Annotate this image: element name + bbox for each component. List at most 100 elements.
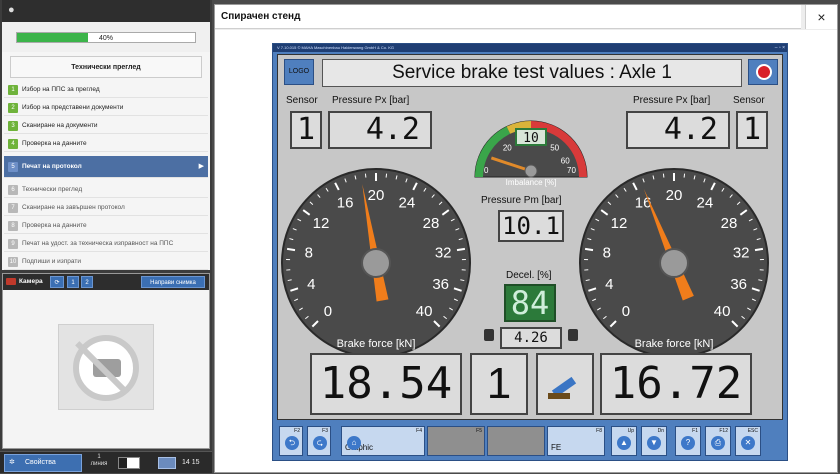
decel-display: 84 — [504, 284, 556, 322]
imbalance-tick-label: 20 — [503, 143, 512, 152]
gauge-left-tick-label: 12 — [313, 215, 330, 232]
fkey-icon: ⌂ — [347, 436, 361, 450]
gauge-left-tick-label: 8 — [305, 244, 313, 261]
step-label: Печат на протокол — [22, 156, 82, 178]
gauge-right-tick-label: 40 — [714, 303, 731, 320]
fkey-f12-button[interactable]: F12⎙ — [705, 426, 731, 456]
decel-label: Decel. [%] — [506, 270, 552, 281]
step-number: 5 — [8, 162, 18, 172]
gauge-right-tick-label: 12 — [611, 215, 628, 232]
fkey-f3-button[interactable]: F3⮎ — [307, 426, 331, 456]
camera-1-button[interactable]: 1 — [67, 276, 79, 288]
fkey-f1-button[interactable]: F1? — [675, 426, 701, 456]
line-label: линия — [88, 461, 110, 468]
step-item-10[interactable]: 10Подпиши и изпрати — [4, 254, 208, 270]
fkey-blank-button[interactable] — [487, 426, 545, 456]
steps-list: Технически преглед 1Избор на ППС за прег… — [2, 52, 210, 270]
step-item-8[interactable]: 8 Проверка на данните — [4, 218, 208, 234]
network-icon[interactable] — [158, 457, 176, 469]
section-title[interactable]: Технически преглед — [10, 56, 202, 78]
fkey-key-label: F1 — [692, 428, 698, 434]
properties-label: Свойства — [25, 455, 56, 471]
fkey-key-label: Dn — [658, 428, 664, 434]
logo-button[interactable]: LOGO — [284, 59, 314, 85]
left-panel: ● 40% Технически преглед 1Избор на ППС з… — [0, 0, 212, 473]
step-label: Проверка на данните — [22, 218, 87, 234]
step-item-1[interactable]: 1Избор на ППС за преглед — [4, 82, 208, 98]
pressure-px-label-right: Pressure Px [bar] — [633, 95, 710, 106]
fkey-f5-button[interactable]: F5 — [427, 426, 485, 456]
step-number: 1 — [8, 85, 18, 95]
step-number: 9 — [8, 239, 18, 249]
chevron-right-icon: ▶ — [199, 156, 204, 178]
camera-2-button[interactable]: 2 — [81, 276, 93, 288]
user-icon[interactable]: ● — [8, 4, 15, 16]
test-title: Service brake test values : Axle 1 — [322, 59, 742, 87]
left-header: ● — [2, 0, 210, 22]
status-indicator — [118, 457, 140, 469]
step-label: Подпиши и изпрати — [22, 254, 81, 270]
fkey-up-button[interactable]: Up▲ — [611, 426, 637, 456]
step-number: 8 — [8, 221, 18, 231]
fkey-dn-button[interactable]: Dn ▼ — [641, 426, 667, 456]
lock-icon-left — [484, 329, 494, 341]
progress-area: 40% — [2, 22, 210, 52]
test-panel: LOGO Service brake test values : Axle 1 … — [277, 54, 783, 420]
small-value-display: 4.26 — [500, 327, 562, 349]
sensor-left-display: 1 — [290, 111, 322, 149]
step-item-5[interactable]: 5 Печат на протокол ▶ — [4, 156, 208, 178]
camera-view — [58, 324, 154, 410]
gauge-right-tick-label: 28 — [721, 215, 738, 232]
fkey-esc-button[interactable]: ESC ✕ — [735, 426, 761, 456]
app-titlebar: V 7.10.015 © MAHA Maschinenbau Haldenwan… — [273, 44, 787, 52]
fkey-key-label: F12 — [719, 428, 728, 434]
gauge-right-tick-label: 32 — [733, 244, 750, 261]
gauge-left-tick — [457, 249, 465, 250]
fkey-key-label: F2 — [294, 428, 300, 434]
sensor-right-display: 1 — [736, 111, 768, 149]
progress-bar: 40% — [16, 32, 196, 43]
step-label: Печат на удост. за техническа изправност… — [22, 236, 173, 252]
fkey-key-label: F8 — [596, 428, 602, 434]
pressure-px-label-left: Pressure Px [bar] — [332, 95, 409, 106]
imbalance-hub — [525, 165, 537, 177]
imbalance-tick-label: 70 — [567, 166, 576, 175]
maha-badge-icon[interactable] — [748, 59, 778, 85]
step-item-4[interactable]: 4Проверка на данните — [4, 136, 208, 152]
maha-app: V 7.10.015 © MAHA Maschinenbau Haldenwan… — [272, 43, 788, 461]
gauge-left-tick-label: 20 — [368, 187, 385, 204]
refresh-button[interactable]: ⟳ — [50, 276, 64, 288]
star-icon: ✲ — [9, 455, 15, 471]
step-item-9[interactable]: 9 Печат на удост. за техническа изправнос… — [4, 236, 208, 252]
camera-icon — [6, 278, 16, 285]
fkey-f4-button[interactable]: F4Graphic⌂ — [341, 426, 425, 456]
step-number: 6 — [8, 185, 18, 195]
fkey-icon: ▼ — [647, 436, 661, 450]
fkey-f8-button[interactable]: F8FE — [547, 426, 605, 456]
fkey-icon: ⮎ — [313, 436, 327, 450]
fkey-icon: ✕ — [741, 436, 755, 450]
gauge-left-tick-label: 36 — [432, 276, 449, 293]
close-button[interactable]: × — [805, 5, 837, 29]
fkey-key-label: ESC — [748, 428, 758, 434]
gauge-right-tick-label: 24 — [697, 194, 714, 211]
fkey-f2-button[interactable]: F2⮌ — [279, 426, 303, 456]
fkey-icon: ▲ — [617, 436, 631, 450]
imbalance-value: 10 — [523, 131, 539, 146]
gauge-left-tick-label: 4 — [307, 276, 315, 293]
window-body: V 7.10.015 © MAHA Maschinenbau Haldenwan… — [215, 30, 837, 472]
window-controls[interactable]: – ▫ × — [775, 44, 785, 52]
step-item-6[interactable]: 6Технически преглед — [4, 182, 208, 198]
window-title: Спирачен стенд — [215, 5, 801, 29]
step-item-7[interactable]: 7Сканиране на завършен протокол — [4, 200, 208, 216]
properties-button[interactable]: ✲ Свойства — [4, 454, 82, 472]
step-number: 7 — [8, 203, 18, 213]
step-item-3[interactable]: 3Сканиране на документи — [4, 118, 208, 134]
snapshot-button[interactable]: Направи снимка — [141, 276, 205, 288]
step-item-2[interactable]: 2Избор на представени документи — [4, 100, 208, 116]
gauge-left-tick-label: 32 — [435, 244, 452, 261]
imbalance-tick-label: 0 — [484, 166, 489, 175]
imbalance-gauge: 203040506007010Imbalance [%] — [471, 107, 591, 187]
imbalance-tick-label: 50 — [550, 143, 559, 152]
brake-stand-window: Спирачен стенд × V 7.10.015 © MAHA Masch… — [214, 4, 838, 473]
